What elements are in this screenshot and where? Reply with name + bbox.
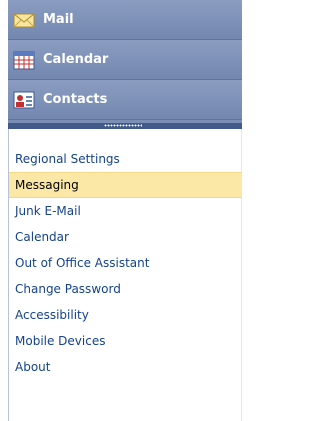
option-junk-email[interactable]: Junk E-Mail: [9, 198, 242, 224]
option-out-of-office-assistant[interactable]: Out of Office Assistant: [9, 250, 242, 276]
nav-button-label: Calendar: [43, 52, 109, 67]
options-navigation-frame: Mail Calendar Contacts Regional Settings…: [0, 0, 242, 421]
grip-dots-icon: [104, 124, 142, 127]
pane-resize-grip[interactable]: [8, 123, 242, 129]
nav-button-label: Mail: [43, 12, 74, 27]
nav-button-calendar[interactable]: Calendar: [8, 40, 242, 80]
mail-envelope-icon: [13, 9, 35, 31]
option-about[interactable]: About: [9, 354, 242, 380]
option-mobile-devices[interactable]: Mobile Devices: [9, 328, 242, 354]
option-messaging[interactable]: Messaging: [9, 172, 242, 198]
option-accessibility[interactable]: Accessibility: [9, 302, 242, 328]
navigation-pane: Mail Calendar Contacts: [8, 0, 242, 124]
nav-button-mail[interactable]: Mail: [8, 0, 242, 40]
nav-button-contacts[interactable]: Contacts: [8, 80, 242, 120]
nav-button-label: Contacts: [43, 92, 108, 107]
contacts-card-icon: [13, 89, 35, 111]
calendar-grid-icon: [13, 49, 35, 71]
option-regional-settings[interactable]: Regional Settings: [9, 146, 242, 172]
option-calendar[interactable]: Calendar: [9, 224, 242, 250]
option-change-password[interactable]: Change Password: [9, 276, 242, 302]
options-list: Regional Settings Messaging Junk E-Mail …: [9, 146, 242, 380]
